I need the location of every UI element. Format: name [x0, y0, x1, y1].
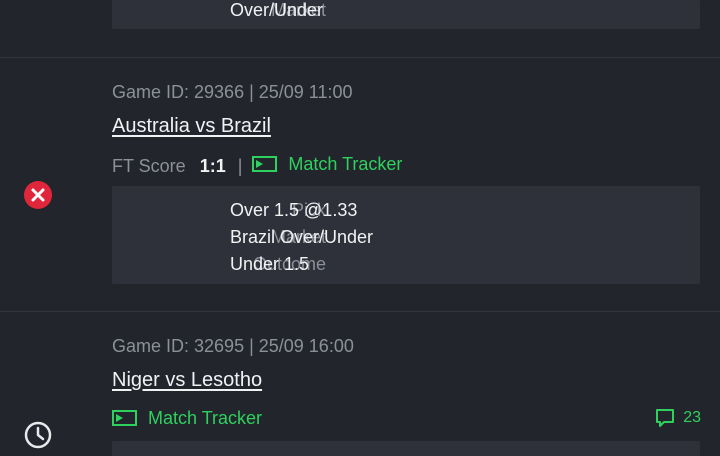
pick-value: Over 1.5 @1.33	[230, 200, 358, 220]
pick-row: Pick Over 1.5 @1.33	[112, 198, 700, 222]
market-row: Market Brazil Over/Under	[112, 225, 700, 249]
market-row: Market Over/Under	[112, 0, 700, 22]
outcome-row: Outcome Under 1.5	[112, 252, 700, 276]
game-meta: Game ID: 29366 | 25/09 11:00	[112, 82, 353, 102]
match-link[interactable]: Niger vs Lesotho	[112, 367, 262, 393]
bet-details-panel: Pick Over 1.5 @1.33 Market Brazil Over/U…	[112, 186, 700, 284]
score-row: FT Score 1:1 | Match Tracker	[112, 152, 402, 176]
comment-icon	[656, 409, 675, 427]
clock-icon	[24, 421, 52, 449]
match-tracker-link[interactable]: Match Tracker	[252, 152, 402, 176]
comments-count: 23	[683, 409, 701, 426]
bet-details-panel	[112, 441, 700, 456]
ft-score-value: 1:1	[199, 156, 226, 176]
cross-circle-icon	[24, 181, 52, 209]
outcome-value: Under 1.5	[230, 254, 310, 274]
market-value: Brazil Over/Under	[230, 227, 374, 247]
match-tracker-label: Match Tracker	[148, 408, 263, 428]
divider	[0, 311, 720, 312]
ft-score-label: FT Score	[112, 156, 186, 176]
market-value: Over/Under	[230, 0, 324, 20]
match-tracker-link[interactable]: Match Tracker	[112, 406, 262, 430]
match-tracker-icon	[252, 156, 278, 172]
game-meta: Game ID: 32695 | 25/09 16:00	[112, 336, 354, 356]
match-tracker-label: Match Tracker	[288, 154, 403, 174]
divider	[0, 57, 720, 58]
bet-details-panel: Market Over/Under	[112, 0, 700, 29]
match-tracker-icon	[112, 410, 137, 426]
match-link[interactable]: Australia vs Brazil	[112, 113, 271, 139]
separator: |	[237, 156, 243, 176]
comments-button[interactable]: 23	[655, 407, 701, 429]
tracker-row: Match Tracker	[112, 406, 262, 430]
